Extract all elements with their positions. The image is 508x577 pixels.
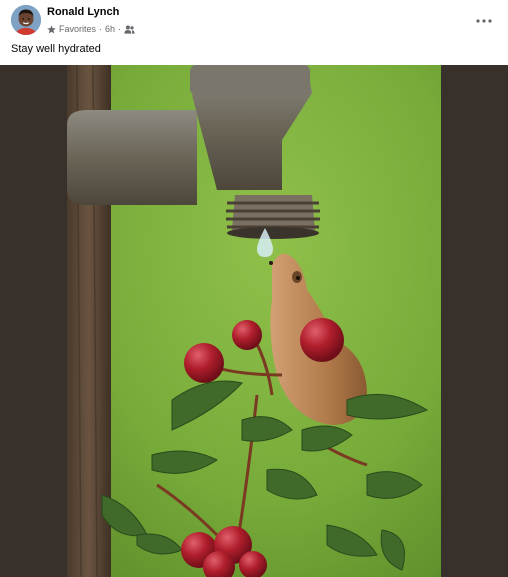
post-card: Ronald Lynch Favorites · 6h · Stay well … <box>0 0 508 577</box>
more-options-button[interactable] <box>472 10 496 28</box>
post-header: Ronald Lynch Favorites · 6h · <box>0 0 508 40</box>
more-options-icon <box>476 10 492 28</box>
star-icon <box>47 24 56 34</box>
meta-separator: · <box>99 24 103 34</box>
meta-separator: · <box>118 24 122 34</box>
post-time[interactable]: 6h <box>105 24 115 34</box>
post-text: Stay well hydrated <box>11 43 101 55</box>
post-meta: Favorites · 6h · <box>47 23 135 35</box>
author-name[interactable]: Ronald Lynch <box>47 6 119 18</box>
avatar[interactable] <box>11 5 41 35</box>
audience-label[interactable]: Favorites <box>59 24 96 34</box>
friends-icon <box>124 25 135 34</box>
post-photo[interactable] <box>67 65 441 577</box>
post-media[interactable] <box>0 65 508 577</box>
